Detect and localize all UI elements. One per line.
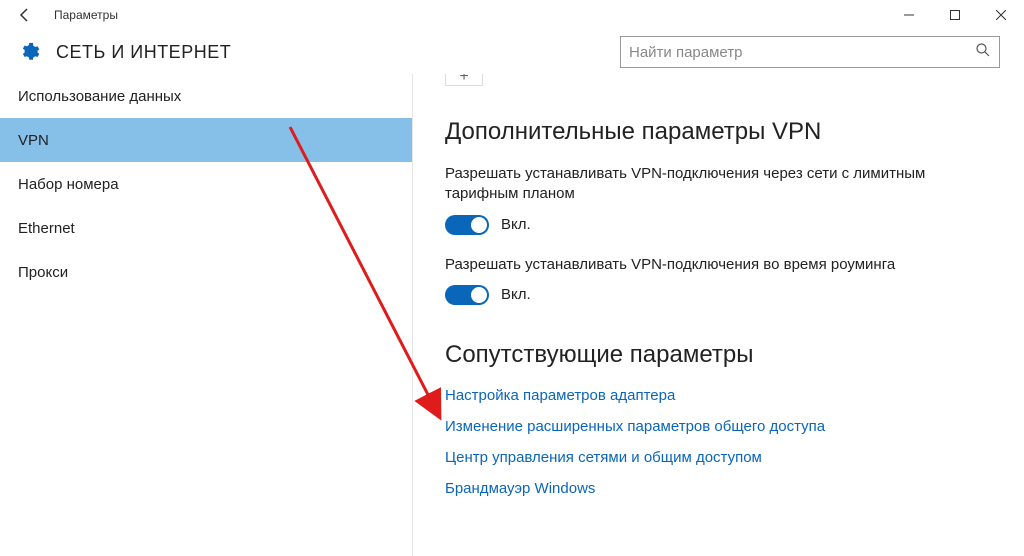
maximize-button[interactable]	[932, 0, 978, 30]
sidebar: Использование данных VPN Набор номера Et…	[0, 74, 412, 556]
section-title-related: Сопутствующие параметры	[445, 341, 1000, 369]
titlebar: Параметры	[0, 0, 1024, 30]
page-title: СЕТЬ И ИНТЕРНЕТ	[56, 42, 231, 63]
link-firewall[interactable]: Брандмауэр Windows	[445, 480, 1000, 497]
link-label: Центр управления сетями и общим доступом	[445, 449, 762, 466]
toggle-vpn-roaming[interactable]	[445, 285, 489, 305]
sidebar-item-data-usage[interactable]: Использование данных	[0, 74, 412, 118]
link-network-center[interactable]: Центр управления сетями и общим доступом	[445, 449, 1000, 466]
minimize-button[interactable]	[886, 0, 932, 30]
sidebar-item-label: Прокси	[18, 264, 68, 281]
setting-vpn-metered: Разрешать устанавливать VPN-подключения …	[445, 164, 1000, 235]
link-label: Изменение расширенных параметров общего …	[445, 418, 825, 435]
link-label: Брандмауэр Windows	[445, 480, 595, 497]
setting-vpn-roaming: Разрешать устанавливать VPN-подключения …	[445, 255, 1000, 305]
sidebar-item-dialup[interactable]: Набор номера	[0, 162, 412, 206]
search-box[interactable]	[620, 36, 1000, 68]
search-input[interactable]	[629, 44, 975, 61]
window-title: Параметры	[54, 8, 118, 22]
sidebar-item-ethernet[interactable]: Ethernet	[0, 206, 412, 250]
sidebar-item-label: Ethernet	[18, 220, 75, 237]
link-adapter-settings[interactable]: Настройка параметров адаптера	[445, 387, 1000, 404]
window-controls	[886, 0, 1024, 30]
search-icon	[975, 42, 991, 63]
add-vpn-button[interactable]: +	[445, 74, 483, 86]
toggle-state: Вкл.	[501, 286, 531, 303]
link-label: Настройка параметров адаптера	[445, 387, 675, 404]
back-button[interactable]	[10, 0, 40, 30]
toggle-state: Вкл.	[501, 216, 531, 233]
setting-label: Разрешать устанавливать VPN-подключения …	[445, 164, 965, 205]
header: СЕТЬ И ИНТЕРНЕТ	[0, 30, 1024, 74]
sidebar-item-label: Набор номера	[18, 176, 119, 193]
sidebar-item-label: Использование данных	[18, 88, 181, 105]
sidebar-item-vpn[interactable]: VPN	[0, 118, 412, 162]
main-content: + Дополнительные параметры VPN Разрешать…	[412, 74, 1024, 556]
close-button[interactable]	[978, 0, 1024, 30]
setting-label: Разрешать устанавливать VPN-подключения …	[445, 255, 965, 275]
gear-icon	[18, 41, 40, 63]
section-title-advanced: Дополнительные параметры VPN	[445, 118, 1000, 146]
sidebar-item-label: VPN	[18, 132, 49, 149]
sidebar-item-proxy[interactable]: Прокси	[0, 250, 412, 294]
link-advanced-sharing[interactable]: Изменение расширенных параметров общего …	[445, 418, 1000, 435]
toggle-vpn-metered[interactable]	[445, 215, 489, 235]
